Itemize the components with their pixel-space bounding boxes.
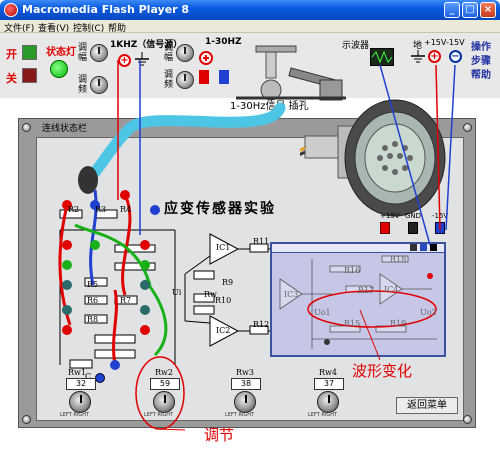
rw3-label: Rw3 (236, 368, 254, 377)
frequency-knob-2[interactable] (176, 71, 194, 89)
board-gnd-jack[interactable] (408, 222, 418, 234)
board-plus15-jack[interactable] (380, 222, 390, 234)
low-frequency-jacks-icon[interactable] (197, 48, 233, 88)
scope-uo2-label: Uo2 (420, 308, 437, 317)
scope-r16-label: R16 (344, 266, 361, 275)
amplitude-knob-1[interactable] (90, 44, 108, 62)
rw3-scale: LEFT RIGHT (225, 412, 255, 418)
rw1-label: Rw1 (68, 368, 86, 377)
oscilloscope-icon[interactable] (370, 48, 394, 66)
frequency-label-2: 调 频 (164, 70, 174, 90)
capacitor-jack[interactable] (95, 373, 105, 383)
on-switch-button[interactable] (22, 45, 37, 60)
help-help-label[interactable]: 帮助 (471, 66, 491, 81)
rw4-knob[interactable] (317, 391, 339, 413)
board-minus15-label: -15V (432, 212, 449, 220)
board-minus15-jack[interactable] (435, 222, 445, 234)
scope-r17-label: R17 (358, 286, 375, 295)
rw2-knob[interactable] (153, 391, 175, 413)
scope-ic3-label: IC3 (284, 290, 299, 299)
rw4-scale: LEFT RIGHT (308, 412, 338, 418)
scope-r15-label: R15 (344, 319, 361, 328)
ground-jack-icon[interactable] (410, 50, 426, 64)
rw1-knob[interactable] (69, 391, 91, 413)
board-plus15-label: +15V (380, 212, 400, 220)
r10-label: R10 (215, 296, 232, 305)
rw4-label: Rw4 (319, 368, 337, 377)
help-operation-label[interactable]: 操作 (471, 38, 491, 53)
on-label: 开 (6, 48, 17, 61)
plus15-jack[interactable]: + (428, 50, 441, 63)
r2-label: R2 (68, 205, 80, 214)
ground-symbol-icon (135, 52, 149, 66)
scope-r19-label: R19 (390, 319, 407, 328)
window-titlebar: Macromedia Flash Player 8 _ □ × (0, 0, 500, 20)
rw3-knob[interactable] (234, 391, 256, 413)
off-label: 关 (6, 72, 17, 85)
rw2-scale: LEFT RIGHT (144, 412, 174, 418)
minimize-button[interactable]: _ (444, 2, 460, 18)
amplitude-knob-2[interactable] (176, 44, 194, 62)
bridge-network (58, 189, 176, 370)
scope-copy-icon[interactable] (420, 244, 427, 251)
screw-icon (463, 415, 472, 424)
screw-icon (463, 123, 472, 132)
scope-titlebar (272, 244, 444, 253)
status-light-label: 状态灯 (46, 47, 76, 58)
status-light-icon (50, 60, 68, 78)
plus15-label: +15V (424, 38, 447, 47)
r7-label: R7 (120, 296, 132, 305)
screw-icon (22, 415, 31, 424)
board-gnd-label: GND (405, 212, 422, 220)
scope-save-icon[interactable] (410, 244, 417, 251)
r3-label: R3 (95, 205, 107, 214)
maximize-button[interactable]: □ (462, 2, 478, 18)
window-title: Macromedia Flash Player 8 (22, 3, 190, 16)
rw3-value-display: 38 (231, 378, 261, 390)
r6-label: R6 (87, 296, 99, 305)
scope-uo1-label: Uo1 (314, 308, 331, 317)
ic1-label: IC1 (216, 243, 231, 252)
rw4-value-display: 37 (314, 378, 344, 390)
minus15-jack[interactable]: − (449, 50, 462, 63)
r4-label: R4 (120, 205, 132, 214)
flash-app-icon (4, 3, 18, 17)
rw1-value-display: 32 (66, 378, 96, 390)
rw2-label: Rw2 (155, 368, 173, 377)
signal-plus-jack[interactable]: + (118, 54, 131, 67)
adjust-annotation: 调节 (204, 426, 235, 444)
close-button[interactable]: × (480, 2, 496, 18)
amplitude-label-1: 调 幅 (78, 43, 88, 63)
r5-label: R5 (87, 280, 99, 289)
rw2-value-display: 59 (150, 378, 180, 390)
oscilloscope-label: 示波器 (342, 41, 370, 51)
r11-label: R11 (253, 237, 270, 246)
off-switch-button[interactable] (22, 68, 37, 83)
r12-label: R12 (253, 320, 270, 329)
amplitude-label-2: 调 幅 (164, 43, 174, 63)
scope-ic4-label: IC4 (384, 285, 399, 294)
return-menu-button[interactable]: 返回菜单 (396, 397, 458, 414)
scope-r18-label: R18 (390, 255, 407, 264)
menu-bar: 文件(F) 查看(V) 控制(C) 帮助 (0, 20, 500, 34)
strain-sensor-device-icon (300, 99, 446, 217)
ic2-label: IC2 (216, 326, 231, 335)
scope-close-icon[interactable] (430, 244, 437, 251)
rw1-scale: LEFT RIGHT (60, 412, 90, 418)
rw-label: Rw (204, 290, 217, 299)
sensor-cable (78, 102, 286, 194)
r9-label: R9 (222, 278, 234, 287)
r8-label: R8 (87, 315, 99, 324)
waveform-change-annotation: 波形变化 (352, 362, 413, 380)
minus15-label: -15V (446, 38, 465, 47)
help-steps-label[interactable]: 步骤 (471, 52, 491, 67)
oscilloscope-window[interactable]: R16 R17 R18 R15 R19 IC3 IC4 Uo1 Uo2 (270, 242, 446, 357)
screw-icon (22, 123, 31, 132)
